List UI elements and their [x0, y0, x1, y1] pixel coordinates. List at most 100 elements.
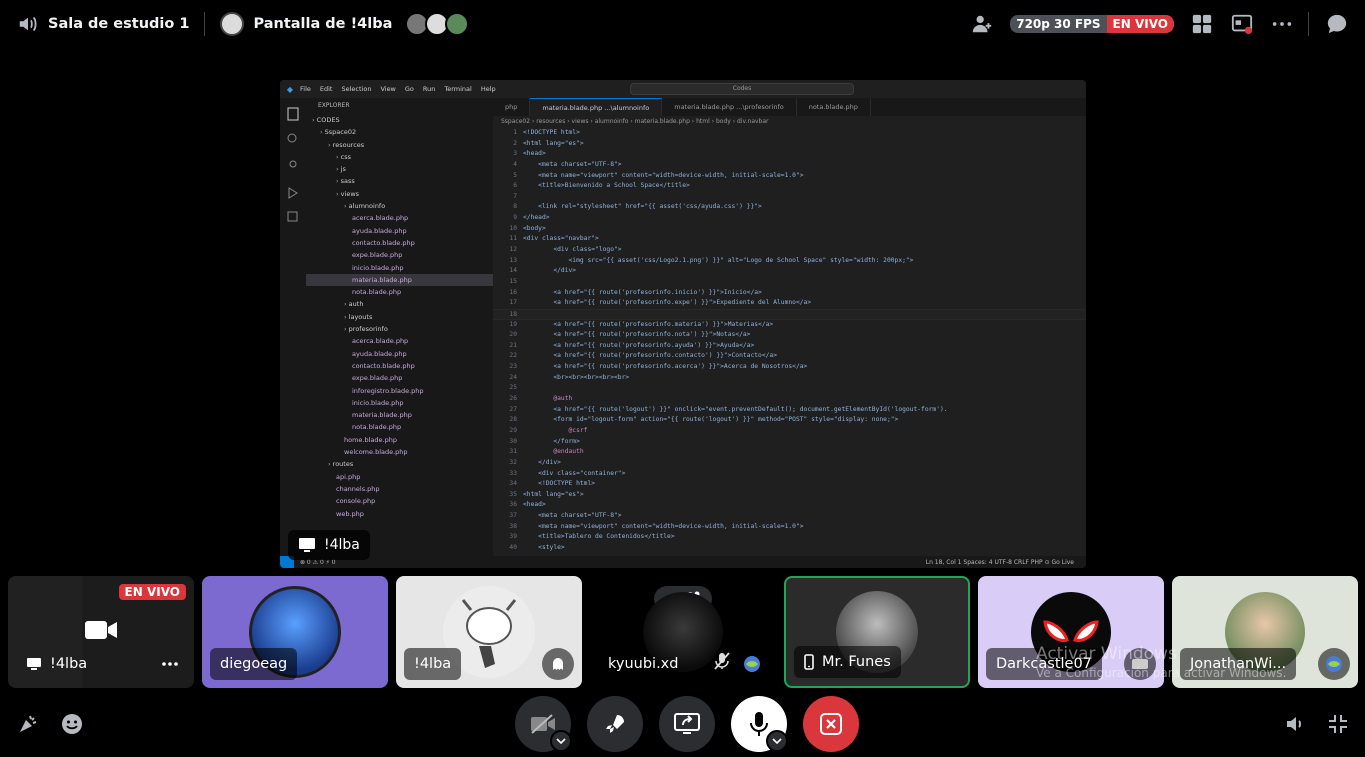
participant-name-label: !4lba	[404, 648, 462, 680]
add-person-icon[interactable]	[970, 12, 994, 36]
emoji-icon[interactable]	[58, 710, 86, 738]
tree-file: welcome.blade.php	[344, 448, 408, 457]
tree-folder: › js	[336, 165, 346, 174]
exit-fullscreen-icon[interactable]	[1324, 710, 1352, 738]
editor-breadcrumb: Sspace02 › resources › views › alumnoinf…	[501, 118, 769, 125]
code-area: 1 <!DOCTYPE html> 2 <html lang="es"> 3 <head>…	[493, 128, 1086, 554]
code-line: 40 <style>	[509, 543, 565, 551]
tree-file: acerca.blade.php	[352, 337, 409, 346]
code-line: 21 <a href="{{ route('profesorinfo.ayuda…	[509, 341, 755, 349]
vscode-menu: File Edit Selection View Go Run Terminal Help	[300, 85, 505, 93]
tile-more-icon[interactable]	[154, 648, 186, 680]
tree-file: contacto.blade.php	[352, 361, 415, 370]
vscode-menu-item: Run	[422, 85, 436, 93]
participant-tile[interactable]: Mr. Funes	[784, 576, 970, 688]
vscode-editor: php materia.blade.php ...\alumnoinfo mater…	[493, 98, 1086, 556]
tree-file: expe.blade.php	[352, 251, 403, 260]
code-line: 25	[509, 384, 517, 392]
code-line: 36 <head>	[509, 501, 546, 509]
code-line: 16 <a href="{{ route('profesorinfo.inici…	[509, 288, 762, 296]
participant-tile[interactable]: kyuubi.xd	[590, 576, 776, 688]
participant-name-label: Darkcastle07	[986, 648, 1102, 680]
participant-name-label: Mr. Funes	[794, 646, 901, 678]
tree-file: expe.blade.php	[352, 374, 403, 383]
tree-file: web.php	[336, 509, 364, 518]
editor-tab: php	[493, 98, 531, 116]
code-line: 37 <meta charset="UTF-8">	[509, 512, 622, 520]
chat-icon[interactable]	[1325, 12, 1349, 36]
status-right: Ln 18, Col 1 Spaces: 4 UTF-8 CRLF PHP ⊙ …	[925, 558, 1074, 566]
participant-tile[interactable]: Darkcastle07	[978, 576, 1164, 688]
participant-name: diegoeag	[220, 656, 288, 672]
code-line: 5 <meta name="viewport" content="width=d…	[513, 171, 804, 179]
code-line: 13 <img src="{{ asset('css/Logo2.1.png')…	[509, 256, 914, 264]
code-line: 23 <a href="{{ route('profesorinfo.acerc…	[509, 363, 808, 371]
tree-folder: › css	[336, 152, 352, 161]
code-line: 8 <link rel="stylesheet" href="{{ asset(…	[513, 203, 762, 211]
tree-file: acerca.blade.php	[352, 214, 409, 223]
editor-tab: nota.blade.php	[797, 98, 871, 116]
explorer-title: EXPLORER	[318, 102, 350, 109]
tree-folder: › views	[336, 189, 360, 198]
share-screen-icon	[674, 713, 700, 734]
stream-owner-name: !4lba	[324, 537, 360, 553]
participant-name-label: !4lba	[16, 648, 97, 680]
disconnect-button[interactable]	[803, 696, 859, 752]
disconnect-icon	[820, 713, 842, 735]
vscode-menu-item: Selection	[341, 85, 372, 93]
code-line: 12 <div class="logo">	[509, 246, 622, 254]
tree-file: materia.blade.php	[306, 273, 493, 287]
participant-tile[interactable]: diegoeag	[202, 576, 388, 688]
share-screen-button[interactable]	[659, 696, 715, 752]
participant-name-label: diegoeag	[210, 648, 298, 680]
tree-file: contacto.blade.php	[352, 238, 415, 247]
code-line: 20 <a href="{{ route('profesorinfo.nota'…	[509, 331, 751, 339]
vscode-explorer: EXPLORER › CODES › Sspace02 › resources › c…	[306, 98, 493, 556]
voice-channel-icon	[16, 12, 40, 36]
participant-tile[interactable]: EN VIVO !4lba	[8, 576, 194, 688]
volume-icon[interactable]	[1282, 710, 1310, 738]
code-line: 2 <html lang="es">	[513, 139, 584, 147]
channel-name[interactable]: Sala de estudio 1	[48, 16, 189, 32]
rocket-icon	[606, 715, 624, 733]
code-line: 39 <title>Tablero de Contenidos</title>	[509, 533, 675, 541]
participant-name-label: kyuubi.xd	[598, 648, 688, 680]
camera-icon	[84, 618, 118, 646]
tree-file: console.php	[336, 497, 376, 506]
tree-file: channels.php	[336, 484, 380, 493]
tree-file: nota.blade.php	[352, 288, 402, 297]
participant-tile[interactable]: JonathanWi...	[1172, 576, 1358, 688]
screen-share-stream[interactable]: ◆ File Edit Selection View Go Run Terminal Help…	[280, 80, 1086, 568]
code-line: 31 @endauth	[509, 448, 584, 456]
participant-tile[interactable]: !4lba	[396, 576, 582, 688]
grid-layout-icon[interactable]	[1190, 12, 1214, 36]
tree-file: home.blade.php	[344, 435, 397, 444]
code-line: 6 <title>Bienvenido a School Space</titl…	[513, 182, 690, 190]
soundboard-icon[interactable]	[14, 710, 42, 738]
more-options-icon[interactable]	[1270, 12, 1294, 36]
code-line: 33 <div class="container">	[509, 469, 626, 477]
vscode-menu-item: Edit	[319, 85, 333, 93]
code-line: 14 </div>	[509, 267, 577, 275]
camera-options-caret[interactable]	[550, 730, 572, 752]
code-line: 29 @csrf	[509, 426, 588, 434]
vscode-menu-item: File	[300, 85, 311, 93]
top-bar: Sala de estudio 1 Pantalla de !4lba 720p…	[0, 0, 1365, 48]
screen-icon	[26, 657, 42, 671]
popout-screen-icon[interactable]	[1230, 12, 1254, 36]
activity-icon	[1318, 648, 1350, 680]
microphone-options-caret[interactable]	[766, 730, 788, 752]
participant-tiles: EN VIVO !4lba diegoeag !4lba kyuubi.xd M…	[8, 576, 1358, 688]
tree-file: nota.blade.php	[352, 423, 402, 432]
activities-button[interactable]	[587, 696, 643, 752]
code-line: 10 <body>	[509, 224, 546, 232]
participant-name: Mr. Funes	[822, 654, 891, 670]
activity-icon	[1124, 648, 1156, 680]
live-badge: EN VIVO	[1106, 15, 1174, 33]
vscode-menu-item: Terminal	[444, 85, 472, 93]
tree-folder: › profesorinfo	[344, 325, 388, 334]
screen-icon	[298, 537, 316, 553]
tree-file: ayuda.blade.php	[352, 226, 407, 235]
viewer-avatars[interactable]	[405, 12, 470, 36]
mobile-icon	[804, 654, 814, 670]
